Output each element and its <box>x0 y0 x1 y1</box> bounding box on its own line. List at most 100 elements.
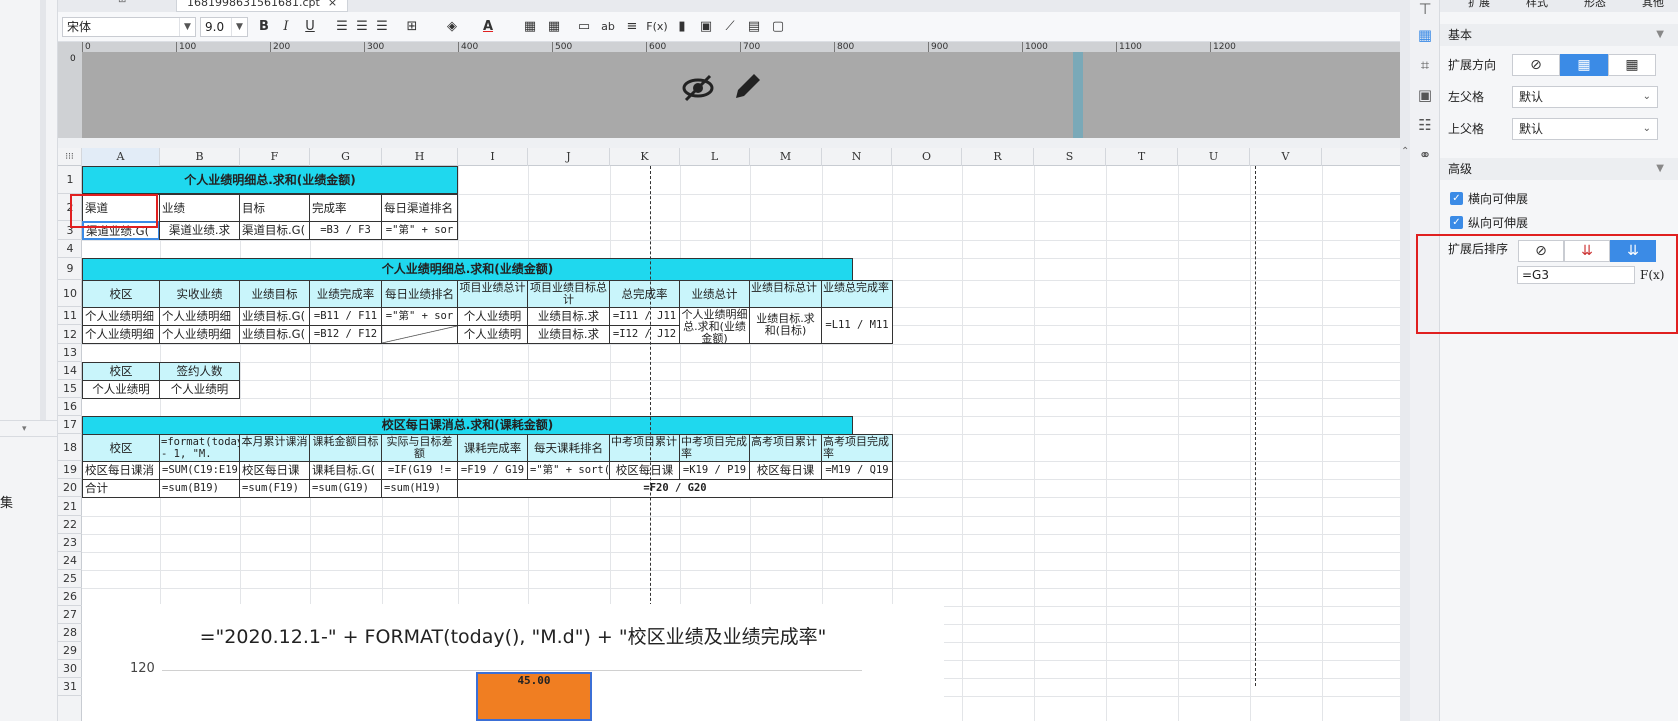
image-icon[interactable]: ▣ <box>696 18 716 36</box>
column-header[interactable]: U <box>1178 148 1250 166</box>
widget-icon[interactable]: ▣ <box>1416 86 1434 104</box>
column-header[interactable]: F <box>240 148 310 166</box>
cell-f20[interactable]: =sum(F19) <box>239 479 310 498</box>
cell-g20[interactable]: =sum(G19) <box>309 479 382 498</box>
basic-section[interactable]: 基本 ▼ <box>1440 24 1678 46</box>
font-color-icon[interactable]: A <box>478 18 498 36</box>
cell-a11[interactable]: 个人业绩明细 <box>82 307 160 326</box>
cell-n18[interactable]: 高考项目完成率 <box>821 434 893 462</box>
report-title-cell-3[interactable]: 校区每日课消总.求和(课耗金额) <box>82 416 853 435</box>
cell-f3[interactable]: 渠道目标.G( <box>239 221 310 240</box>
left-panel-scrollbar[interactable] <box>40 0 46 420</box>
cell-n10[interactable]: 业绩总完成率 <box>821 280 893 308</box>
cell-h12-slash[interactable] <box>381 325 458 344</box>
edit-pencil-icon[interactable] <box>730 70 764 104</box>
column-header[interactable]: V <box>1250 148 1322 166</box>
italic-button[interactable]: I <box>276 18 296 36</box>
vertical-scrollbar[interactable]: ⌃ <box>1400 0 1410 721</box>
insert-icon[interactable]: ▭ <box>574 18 594 36</box>
tab-other[interactable]: 其他 <box>1642 0 1664 10</box>
cell-h11[interactable]: ="第" + sor <box>381 307 458 326</box>
cell-h19[interactable]: =IF(G19 != <box>381 461 458 480</box>
bold-button[interactable]: B <box>254 18 274 36</box>
cell-h20[interactable]: =sum(H19) <box>381 479 458 498</box>
row-header[interactable]: 11 <box>58 307 82 325</box>
link-icon[interactable]: ⚭ <box>1416 146 1434 164</box>
cell-b15[interactable]: 个人业绩明 <box>159 380 240 399</box>
cell-i10[interactable]: 项目业绩总计 <box>457 280 528 308</box>
cell-l10[interactable]: 业绩总计 <box>679 280 750 308</box>
widget-icon[interactable]: ▢ <box>768 18 788 36</box>
cell-g2[interactable]: 完成率 <box>309 194 382 222</box>
vertical-expand-button[interactable]: ▦ <box>1560 54 1608 76</box>
cell-m10[interactable]: 业绩目标总计 <box>749 280 822 308</box>
row-header[interactable]: 14 <box>58 362 82 380</box>
cell-l11[interactable]: 个人业绩明细总.求和(业绩金额) <box>679 307 750 344</box>
column-header[interactable]: G <box>310 148 382 166</box>
cell-a19[interactable]: 校区每日课消 <box>82 461 160 480</box>
cell-a18[interactable]: 校区 <box>82 434 160 462</box>
cell-f19[interactable]: 校区每日课 <box>239 461 310 480</box>
cell-f12[interactable]: 业绩目标.G( <box>239 325 310 344</box>
subreport-icon[interactable]: ▤ <box>744 18 764 36</box>
advanced-section[interactable]: 高级 ▼ <box>1440 158 1678 180</box>
row-header[interactable]: 23 <box>58 534 82 552</box>
cell-a12[interactable]: 个人业绩明细 <box>82 325 160 344</box>
merge-cells-icon[interactable]: ▦ <box>520 18 540 36</box>
row-header[interactable]: 10 <box>58 280 82 307</box>
cell-i19[interactable]: =F19 / G19 <box>457 461 528 480</box>
formula-button[interactable]: F(x) <box>644 18 670 36</box>
cell-k18[interactable]: 中考项目累计 <box>609 434 680 462</box>
row-header[interactable]: 29 <box>58 642 82 660</box>
border-icon[interactable]: ⊞ <box>402 18 422 36</box>
row-header[interactable]: 27 <box>58 606 82 624</box>
cell-n19[interactable]: =M19 / Q19 <box>821 461 893 480</box>
report-title-cell[interactable]: 个人业绩明细总.求和(业绩金额) <box>82 166 458 194</box>
row-header[interactable]: 12 <box>58 325 82 344</box>
cell-i18[interactable]: 课耗完成率 <box>457 434 528 462</box>
cell-h10[interactable]: 每日业绩排名 <box>381 280 458 308</box>
horizontal-expand-checkbox[interactable]: ✓ <box>1450 192 1463 205</box>
left-parent-select[interactable]: 默认 ⌄ <box>1512 86 1658 108</box>
up-parent-select[interactable]: 默认 ⌄ <box>1512 118 1658 140</box>
cell-g11[interactable]: =B11 / F11 <box>309 307 382 326</box>
slash-icon[interactable]: ⟋ <box>720 18 740 36</box>
column-header[interactable]: B <box>160 148 240 166</box>
column-header[interactable]: I <box>458 148 528 166</box>
cell-b11[interactable]: 个人业绩明细 <box>159 307 240 326</box>
band-resize-handle[interactable] <box>1073 52 1083 138</box>
cell-n11[interactable]: =L11 / M11 <box>821 307 893 344</box>
row-header[interactable]: 21 <box>58 497 82 516</box>
file-tab[interactable]: 1681998631561681.cpt × <box>176 0 349 12</box>
row-header[interactable]: 15 <box>58 380 82 398</box>
cell-m11[interactable]: 业绩目标.求和(目标) <box>749 307 822 344</box>
cell-g19[interactable]: 课耗目标.G( <box>309 461 382 480</box>
vertical-expand-checkbox[interactable]: ✓ <box>1450 216 1463 229</box>
cell-b20[interactable]: =sum(B19) <box>159 479 240 498</box>
new-tab-icon[interactable]: ⊞ <box>118 0 134 10</box>
cell-a15[interactable]: 个人业绩明 <box>82 380 160 399</box>
cell-g12[interactable]: =B12 / F12 <box>309 325 382 344</box>
row-header[interactable]: 28 <box>58 624 82 642</box>
no-expand-button[interactable]: ⊘ <box>1512 54 1560 76</box>
row-header[interactable]: 30 <box>58 660 82 678</box>
cell-h18[interactable]: 实际与目标差额 <box>381 434 458 462</box>
hide-eye-icon[interactable] <box>680 70 716 106</box>
split-cells-icon[interactable]: ▦ <box>544 18 564 36</box>
select-all-corner[interactable]: ⁝⁝⁝ <box>58 148 82 166</box>
chart-icon[interactable]: ▮ <box>672 18 692 36</box>
font-family-select[interactable]: 宋体 ▼ <box>62 17 196 37</box>
cell-b3[interactable]: 渠道业绩.求 <box>159 221 240 240</box>
column-header[interactable]: L <box>680 148 750 166</box>
row-header[interactable]: 20 <box>58 479 82 497</box>
cell-j19[interactable]: ="第" + sort( <box>527 461 610 480</box>
cell-b19[interactable]: =SUM(C19:E19) <box>159 461 240 480</box>
cell-k12[interactable]: =I12 / J12 <box>609 325 680 344</box>
align-right-icon[interactable]: ☰ <box>372 18 392 36</box>
row-header[interactable]: 4 <box>58 240 82 258</box>
cell-j11[interactable]: 业绩目标.求 <box>527 307 610 326</box>
tab-style[interactable]: 样式 <box>1526 0 1548 10</box>
row-header[interactable]: 25 <box>58 570 82 588</box>
cell-b18[interactable]: =format(today() - 1, "M. <box>159 434 240 462</box>
underline-button[interactable]: U <box>300 18 320 36</box>
